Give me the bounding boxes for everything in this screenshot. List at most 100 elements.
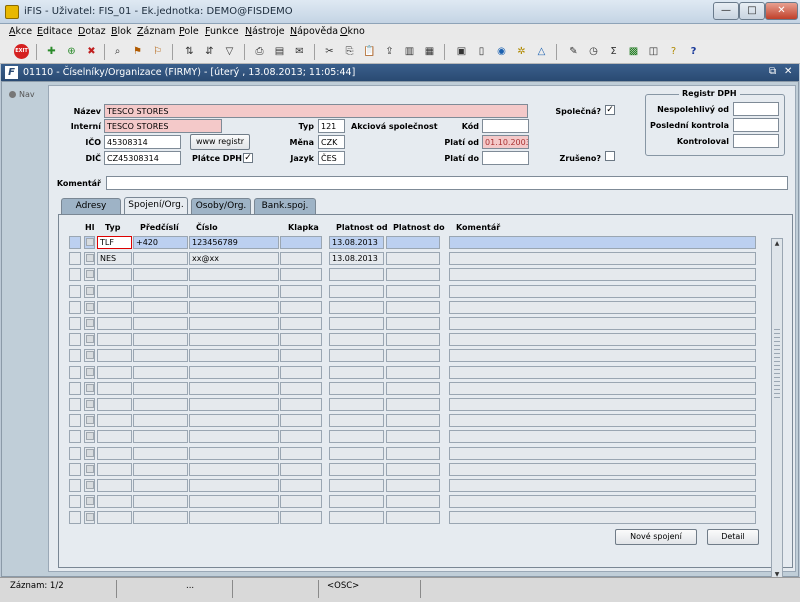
cell-platnost-do[interactable]	[386, 333, 440, 347]
query-icon[interactable]: ⚑	[130, 44, 145, 59]
cell-komentar[interactable]	[449, 300, 756, 314]
cell-klapka[interactable]	[280, 430, 322, 444]
paste-icon[interactable]: 📋	[362, 44, 377, 59]
hl-checkbox[interactable]	[84, 381, 95, 395]
cell-cislo[interactable]	[189, 414, 279, 428]
kontroloval-field[interactable]	[733, 134, 779, 148]
add-record-icon[interactable]: ✚	[44, 44, 59, 59]
cell-cislo[interactable]	[189, 300, 279, 314]
cell-klapka[interactable]	[280, 511, 322, 525]
cell-platnost-do[interactable]	[386, 365, 440, 379]
exit-icon[interactable]: EXIT	[14, 44, 29, 59]
cell-typ[interactable]	[97, 381, 132, 395]
cell-klapka[interactable]	[280, 236, 322, 249]
cell-platnost-od[interactable]	[329, 495, 384, 509]
cell-platnost-od[interactable]	[329, 479, 384, 492]
cell-cislo[interactable]	[189, 284, 279, 298]
row-selector[interactable]	[69, 349, 81, 363]
interni-field[interactable]: TESCO STORES	[104, 119, 222, 133]
copy-icon[interactable]: ⎘	[342, 44, 357, 59]
cell-predcisli[interactable]	[133, 462, 188, 476]
cell-typ[interactable]	[97, 495, 132, 509]
cell-predcisli[interactable]	[133, 268, 188, 282]
restore-icon[interactable]: ⧉	[769, 66, 776, 77]
cell-typ[interactable]	[97, 349, 132, 363]
cell-platnost-do[interactable]	[386, 381, 440, 395]
menu-okno[interactable]: Okno	[340, 26, 365, 37]
mena-field[interactable]: CZK	[318, 135, 345, 149]
cell-typ[interactable]	[97, 414, 132, 428]
cell-komentar[interactable]	[449, 236, 756, 249]
cell-platnost-do[interactable]	[386, 317, 440, 330]
cell-platnost-do[interactable]	[386, 236, 440, 249]
cell-cislo[interactable]	[189, 511, 279, 525]
sort-asc-icon[interactable]: ⇅	[182, 44, 197, 59]
cell-komentar[interactable]	[449, 511, 756, 525]
hl-checkbox[interactable]	[84, 446, 95, 460]
table-row[interactable]	[69, 446, 766, 461]
print-icon[interactable]: ⎙	[252, 44, 267, 59]
menu-nastroje[interactable]: Nástroje	[245, 26, 285, 37]
cell-klapka[interactable]	[280, 479, 322, 492]
cell-platnost-do[interactable]	[386, 446, 440, 460]
row-selector[interactable]	[69, 414, 81, 428]
hl-checkbox[interactable]	[84, 414, 95, 428]
cell-klapka[interactable]	[280, 252, 322, 266]
table-row[interactable]	[69, 284, 766, 299]
plati-od-field[interactable]: 01.10.2003	[482, 135, 529, 149]
cell-klapka[interactable]	[280, 365, 322, 379]
layout-icon[interactable]: ▦	[422, 44, 437, 59]
cell-predcisli[interactable]	[133, 495, 188, 509]
cell-klapka[interactable]	[280, 300, 322, 314]
dic-field[interactable]: CZ45308314	[104, 151, 181, 165]
cell-klapka[interactable]	[280, 462, 322, 476]
scroll-up-icon[interactable]: ▲	[772, 239, 782, 249]
row-selector[interactable]	[69, 317, 81, 330]
hl-checkbox[interactable]	[84, 511, 95, 525]
cell-typ[interactable]: NES	[97, 252, 132, 266]
cell-predcisli[interactable]: +420	[133, 236, 188, 249]
row-selector[interactable]	[69, 479, 81, 492]
globe-icon[interactable]: ◉	[494, 44, 509, 59]
context-help-icon[interactable]: ?	[686, 44, 701, 59]
row-selector[interactable]	[69, 398, 81, 411]
hl-checkbox[interactable]	[84, 236, 95, 249]
table-row[interactable]	[69, 511, 766, 525]
cell-komentar[interactable]	[449, 365, 756, 379]
table-row[interactable]	[69, 495, 766, 509]
cell-typ[interactable]	[97, 284, 132, 298]
cell-komentar[interactable]	[449, 414, 756, 428]
row-selector[interactable]	[69, 430, 81, 444]
cell-platnost-od[interactable]	[329, 268, 384, 282]
cell-klapka[interactable]	[280, 414, 322, 428]
jazyk-field[interactable]: ČES	[318, 151, 345, 165]
cell-platnost-od[interactable]	[329, 430, 384, 444]
cell-cislo[interactable]	[189, 317, 279, 330]
cell-predcisli[interactable]	[133, 430, 188, 444]
cell-platnost-od[interactable]	[329, 462, 384, 476]
delete-record-icon[interactable]: ✖	[84, 44, 99, 59]
cell-komentar[interactable]	[449, 284, 756, 298]
cell-platnost-od[interactable]	[329, 365, 384, 379]
cell-klapka[interactable]	[280, 333, 322, 347]
table-row[interactable]	[69, 414, 766, 428]
cell-typ[interactable]	[97, 511, 132, 525]
posledni-kontrola-field[interactable]	[733, 118, 779, 132]
row-selector[interactable]	[69, 462, 81, 476]
cell-klapka[interactable]	[280, 284, 322, 298]
help-icon[interactable]: ?	[666, 44, 681, 59]
cell-platnost-do[interactable]	[386, 430, 440, 444]
mail-icon[interactable]: ✉	[292, 44, 307, 59]
cell-platnost-od[interactable]	[329, 511, 384, 525]
cell-predcisli[interactable]	[133, 381, 188, 395]
table-row[interactable]	[69, 365, 766, 380]
cell-cislo[interactable]	[189, 268, 279, 282]
cell-predcisli[interactable]	[133, 333, 188, 347]
www-registr-button[interactable]: www registr	[190, 134, 250, 150]
excel-icon[interactable]: ▩	[626, 44, 641, 59]
tab-adresy[interactable]: Adresy	[61, 198, 121, 214]
cell-platnost-od[interactable]	[329, 349, 384, 363]
cell-predcisli[interactable]	[133, 349, 188, 363]
row-selector[interactable]	[69, 236, 81, 249]
cell-cislo[interactable]	[189, 495, 279, 509]
